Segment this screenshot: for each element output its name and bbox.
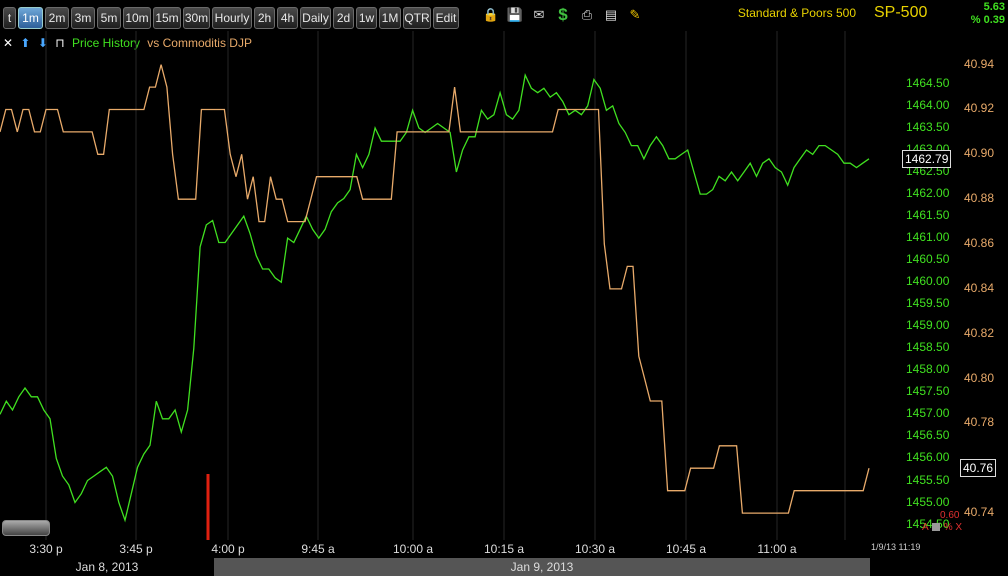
save-icon[interactable]: 💾 (506, 6, 524, 24)
print-icon[interactable]: ⎙ (578, 6, 596, 24)
pencil-icon[interactable]: ✎ (626, 6, 644, 24)
compare-tick-label: 40.92 (964, 101, 995, 116)
time-tick-label: 9:45 a (301, 542, 335, 556)
card-icon[interactable]: ▤ (602, 6, 620, 24)
timeframe-button-1m[interactable]: 1M (379, 7, 401, 29)
compare-tick-label: 40.74 (964, 505, 995, 520)
time-tick-label: 10:45 a (665, 542, 707, 556)
timeframe-button-5m[interactable]: 5m (97, 7, 121, 29)
time-tick-label: 10:30 a (574, 542, 616, 556)
timeframe-button-edit[interactable]: Edit (433, 7, 459, 29)
dollar-icon[interactable]: $ (554, 6, 572, 24)
log-scale-toggle[interactable] (931, 523, 940, 532)
compare-tick-label: 40.86 (964, 236, 995, 251)
time-axis: 3:30 p 3:45 p 4:00 p 9:45 a 10:00 a 10:15 a 10… (0, 540, 870, 558)
zoom-value: 0.60 (940, 510, 960, 521)
compare-axis: 40.94 40.92 40.90 40.88 40.86 40.84 40.82 40.80… (940, 31, 1008, 540)
series-line-price-history (0, 72, 870, 523)
time-tick-label: 11:00 a (757, 542, 797, 556)
grid (45, 31, 846, 540)
time-tick-label: 3:30 p (29, 542, 63, 556)
timeframe-button-3m[interactable]: 3m (71, 7, 95, 29)
compare-tick-label: 40.90 (964, 146, 995, 161)
current-compare-box: 40.76 (960, 459, 997, 478)
percent-scale-button[interactable]: % (944, 522, 953, 533)
change-value: 5.63 (983, 1, 1005, 13)
timeframe-button-2m[interactable]: 2m (45, 7, 69, 29)
series-line-compare (0, 64, 870, 514)
timeframe-button-2h[interactable]: 2h (254, 7, 275, 29)
compare-tick-label: 40.82 (964, 325, 995, 340)
timeframe-button-t[interactable]: t (3, 7, 16, 29)
timeframe-button-4h[interactable]: 4h (277, 7, 298, 29)
symbol-ticker: SP-500 (874, 4, 928, 21)
timeframe-button-15m[interactable]: 15m (153, 7, 181, 29)
close-scale-button[interactable]: X (955, 522, 962, 533)
compare-tick-label: 40.88 (964, 191, 995, 206)
mail-icon[interactable]: ✉ (530, 6, 548, 24)
timeframe-button-hourly[interactable]: Hourly (212, 7, 252, 29)
chart-plot-area[interactable] (0, 31, 870, 540)
last-update-timestamp: 1/9/13 11:19 (871, 542, 921, 552)
change-percent: % 0.39 (970, 14, 1005, 26)
timeframe-button-10m[interactable]: 10m (123, 7, 151, 29)
auto-scale-button[interactable]: A (922, 522, 928, 533)
timeframe-button-1m[interactable]: 1m (18, 7, 43, 29)
timeframe-button-2d[interactable]: 2d (333, 7, 354, 29)
compare-tick-label: 40.78 (964, 415, 995, 430)
timeframe-button-daily[interactable]: Daily (300, 7, 331, 29)
compare-tick-label: 40.94 (964, 56, 995, 71)
time-tick-label: 3:45 p (119, 542, 153, 556)
symbol-name: Standard & Poors 500 (737, 6, 856, 20)
scale-controls[interactable]: A % X (922, 522, 962, 533)
time-tick-label: 4:00 p (211, 542, 245, 556)
timeframe-button-30m[interactable]: 30m (183, 7, 210, 29)
timeframe-button-qtr[interactable]: QTR (403, 7, 431, 29)
compare-tick-label: 40.84 (964, 280, 995, 295)
time-tick-label: 10:00 a (392, 542, 434, 556)
date-label: Jan 8, 2013 (0, 558, 214, 576)
compare-tick-label: 40.80 (964, 370, 995, 385)
chart-scroll-handle[interactable] (2, 520, 50, 536)
price-axis: 1464.50 1464.00 1463.50 1463.00 1462.50 1462.… (870, 31, 952, 540)
date-axis: Jan 8, 2013 Jan 9, 2013 (0, 558, 870, 576)
toolbar: t 1m 2m 3m 5m 10m 15m 30m Hourly 2h 4h Daily 2d 1w 1M Q… (0, 0, 1008, 31)
time-tick-label: 10:15 a (483, 542, 525, 556)
date-label: Jan 9, 2013 (214, 558, 870, 576)
timeframe-button-1w[interactable]: 1w (356, 7, 377, 29)
lock-icon[interactable]: 🔒 (482, 6, 500, 24)
